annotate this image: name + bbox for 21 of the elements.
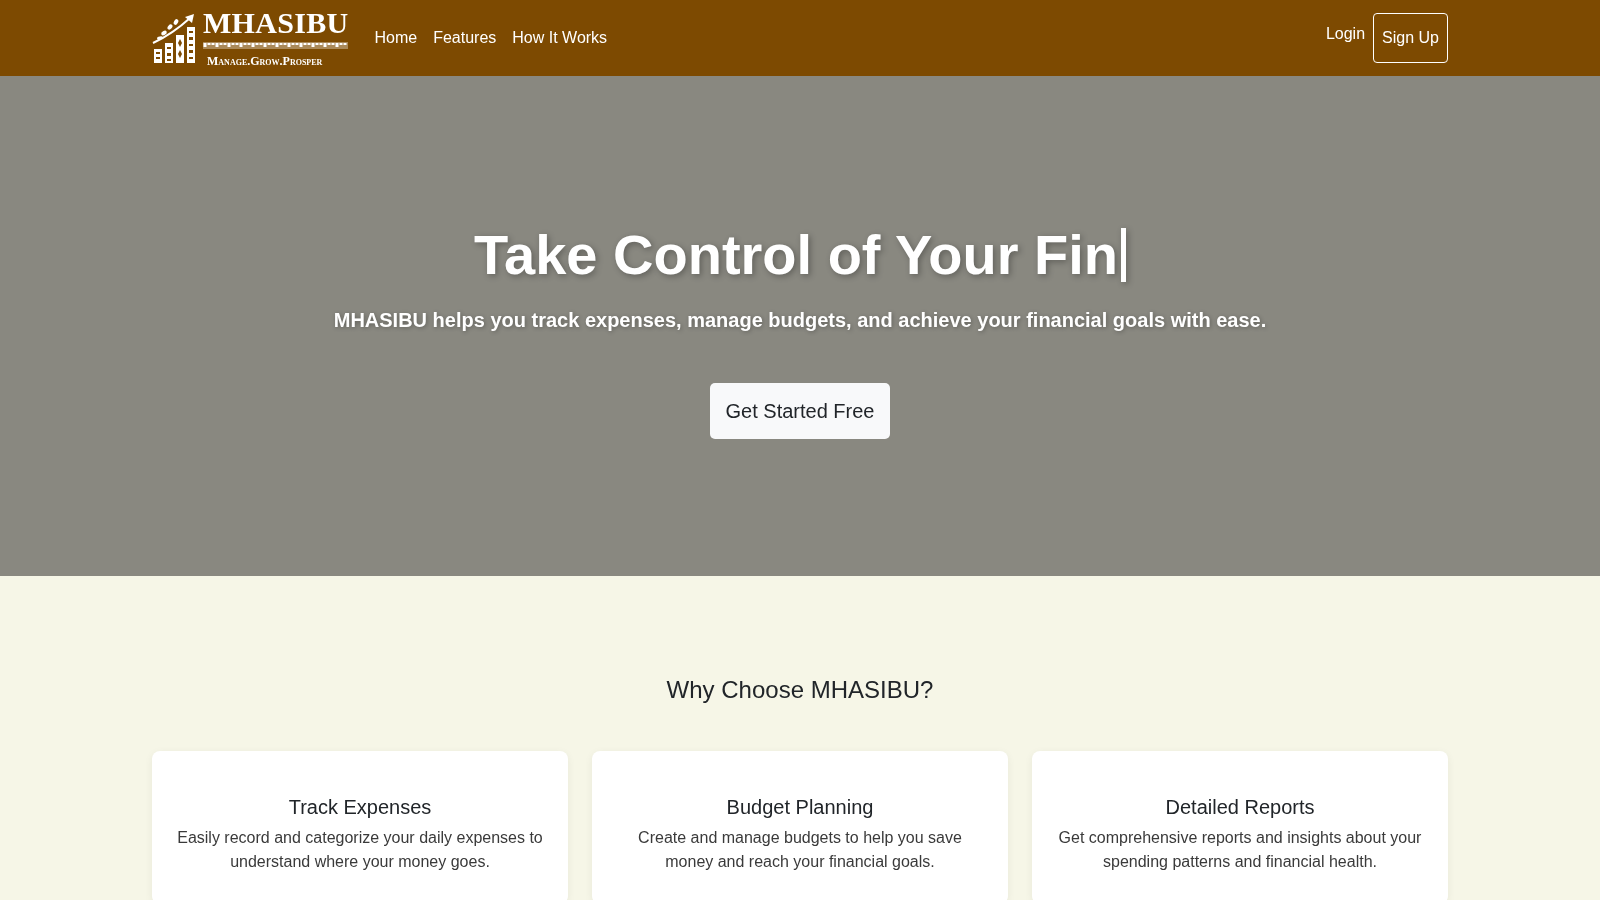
card-title: Budget Planning: [725, 795, 875, 819]
card-description: Create and manage budgets to help you save money and reach your financial goals.: [637, 828, 963, 872]
card-title: Detailed Reports: [1164, 795, 1316, 819]
brand-tagline: Manage.Grow.Prosper: [207, 53, 323, 68]
brand-name: MHASIBU: [203, 8, 349, 37]
brand-logo[interactable]: MHASIBU Manage.Grow.Prosper: [152, 8, 349, 68]
hero-subtitle: MHASIBU helps you track expenses, manage budgets, and achieve your financial goals with ease.: [333, 308, 1267, 333]
section-heading: Why Choose MHASIBU?: [665, 675, 935, 704]
get-started-button[interactable]: Get Started Free: [709, 383, 891, 439]
bar-chart-arrow-icon: [152, 13, 198, 63]
nav-link[interactable]: Features: [433, 26, 497, 50]
pattern-strip-icon: [203, 41, 348, 49]
card-description: Easily record and categorize your daily expenses to understand where your money goes.: [176, 828, 544, 872]
card-description: Get comprehensive reports and insights about your spending patterns and financial health.: [1057, 828, 1423, 872]
hero-title: Take Control of Your Fin: [474, 222, 1118, 288]
nav-link[interactable]: How It Works: [512, 26, 608, 50]
card-title: Track Expenses: [287, 795, 433, 819]
sign-up-button[interactable]: Sign Up: [1373, 13, 1448, 63]
typing-cursor-icon: [1121, 227, 1126, 282]
nav-link[interactable]: Home: [374, 26, 418, 50]
login-link[interactable]: Login: [1325, 22, 1366, 46]
